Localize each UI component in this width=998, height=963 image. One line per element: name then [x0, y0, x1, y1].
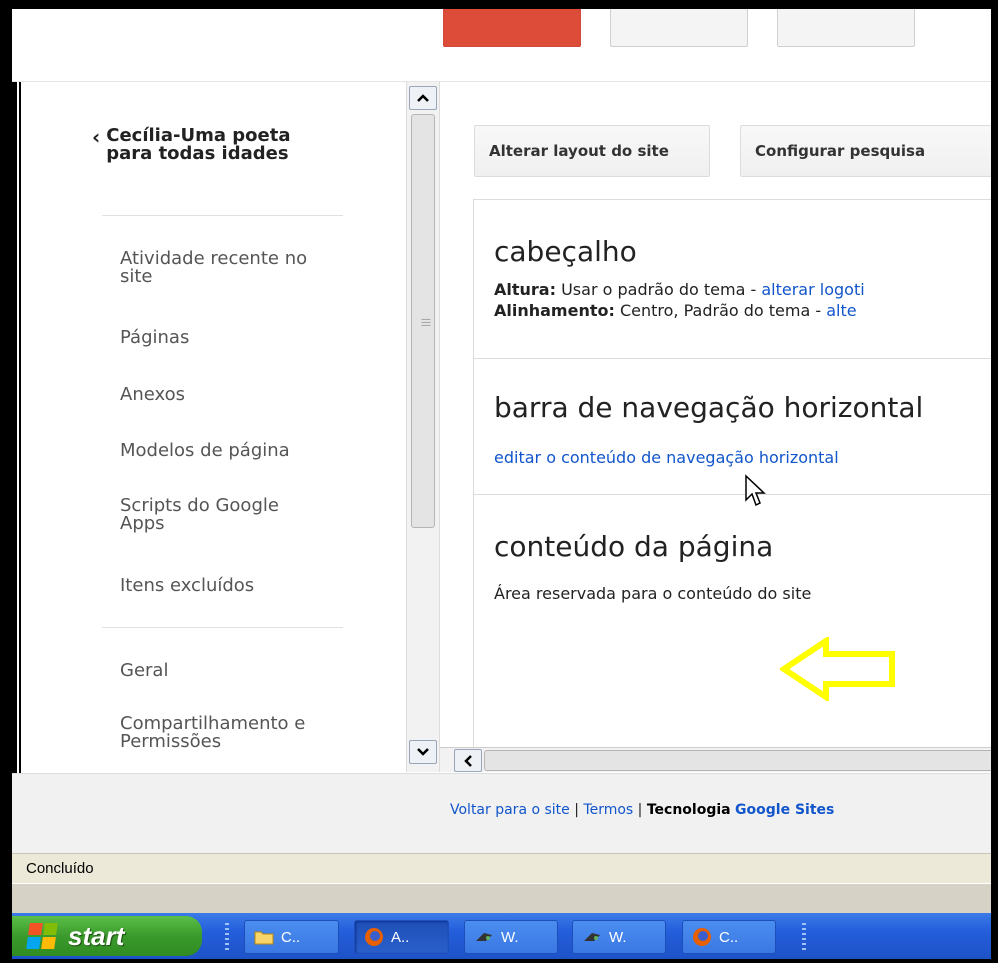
status-bar: Concluído	[12, 853, 991, 884]
back-to-site-footer-link[interactable]: Voltar para o site	[450, 802, 570, 818]
main-content: Alterar layout do site Configurar pesqui…	[440, 82, 991, 764]
status-text: Concluído	[26, 860, 94, 877]
google-sites-link[interactable]: Google Sites	[735, 802, 834, 818]
arrow-left-icon	[780, 637, 895, 701]
change-alignment-link[interactable]: alte	[826, 301, 856, 320]
taskbar-item-firefox-2[interactable]: C..	[682, 920, 776, 954]
sidebar-item-sharing[interactable]: Compartilhamento e Permissões	[120, 715, 360, 751]
chevron-down-icon	[417, 748, 429, 756]
height-row: Altura: Usar o padrão do tema - alterar …	[494, 280, 865, 299]
horizontal-scrollbar[interactable]	[440, 747, 991, 772]
scrollbar-thumb[interactable]: — — —	[411, 114, 435, 528]
sidebar-item-deleted-items[interactable]: Itens excluídos	[120, 577, 360, 595]
section-title: cabeçalho	[494, 235, 637, 268]
chevron-left-icon	[464, 754, 472, 767]
paint-icon	[581, 927, 603, 947]
scrollbar-thumb[interactable]	[484, 750, 991, 771]
scroll-left-button[interactable]	[454, 749, 482, 772]
sidebar-item-general[interactable]: Geral	[120, 662, 360, 680]
grip-icon: — — —	[421, 314, 431, 331]
firefox-icon	[691, 927, 713, 947]
page-footer: Voltar para o site | Termos | Tecnologia…	[12, 773, 991, 854]
back-to-site-link[interactable]: ‹ Cecília-Uma poeta para todas idades	[92, 127, 352, 163]
firefox-icon	[363, 927, 385, 947]
scroll-down-button[interactable]	[409, 740, 437, 764]
alignment-row: Alinhamento: Centro, Padrão do tema - al…	[494, 301, 857, 320]
sidebar-item-attachments[interactable]: Anexos	[120, 386, 360, 404]
tertiary-action-button[interactable]	[777, 9, 915, 47]
sidebar: ‹ Cecília-Uma poeta para todas idades At…	[12, 82, 404, 764]
secondary-action-button[interactable]	[610, 9, 748, 47]
section-title: barra de navegação horizontal	[494, 391, 924, 424]
layout-panel: cabeçalho Altura: Usar o padrão do tema …	[473, 199, 991, 761]
folder-icon	[253, 927, 275, 947]
scroll-up-button[interactable]	[409, 86, 437, 110]
footer-links: Voltar para o site | Termos | Tecnologia…	[450, 802, 835, 818]
edit-horizontal-nav-link[interactable]: editar o conteúdo de navegação horizonta…	[494, 448, 839, 467]
windows-logo-icon	[26, 923, 58, 949]
status-bar-lower	[12, 883, 991, 914]
sidebar-item-pages[interactable]: Páginas	[120, 329, 360, 347]
terms-link[interactable]: Termos	[583, 802, 633, 818]
change-layout-button[interactable]: Alterar layout do site	[474, 125, 710, 177]
start-button[interactable]: start	[12, 916, 202, 956]
toolbar-grip[interactable]	[225, 923, 229, 951]
chevron-up-icon	[417, 94, 429, 102]
section-description: Área reservada para o conteúdo do site	[494, 584, 812, 603]
divider	[102, 627, 343, 628]
mouse-cursor-icon	[745, 474, 766, 507]
browser-window: ‹ Cecília-Uma poeta para todas idades At…	[12, 9, 991, 959]
header-section: cabeçalho Altura: Usar o padrão do tema …	[474, 200, 991, 359]
taskbar-item-paint-1[interactable]: W.	[464, 920, 558, 954]
taskbar-item-firefox-active[interactable]: A..	[354, 920, 449, 954]
change-logo-link[interactable]: alterar logoti	[761, 280, 864, 299]
paint-icon	[473, 927, 495, 947]
toolbar-grip[interactable]	[802, 923, 806, 951]
sidebar-scrollbar[interactable]: — — —	[406, 82, 440, 772]
section-title: conteúdo da página	[494, 530, 774, 563]
configure-search-button[interactable]: Configurar pesquisa	[740, 125, 991, 177]
sidebar-item-page-templates[interactable]: Modelos de página	[120, 442, 360, 460]
taskbar-item-paint-2[interactable]: W.	[572, 920, 666, 954]
divider	[102, 215, 343, 216]
site-title: Cecília-Uma poeta para todas idades	[106, 125, 291, 164]
sidebar-item-recent-activity[interactable]: Atividade recente no site	[120, 250, 360, 286]
taskbar-item-folder[interactable]: C..	[244, 920, 339, 954]
primary-action-button[interactable]	[443, 9, 581, 47]
horizontal-nav-section: barra de navegação horizontal editar o c…	[474, 359, 991, 495]
top-action-bar	[12, 9, 991, 82]
page-content-section: conteúdo da página Área reservada para o…	[474, 495, 991, 760]
chevron-left-icon: ‹	[92, 125, 101, 149]
taskbar: start C.. A.. W. W. C..	[12, 913, 991, 959]
sidebar-item-apps-scripts[interactable]: Scripts do Google Apps	[120, 497, 360, 533]
